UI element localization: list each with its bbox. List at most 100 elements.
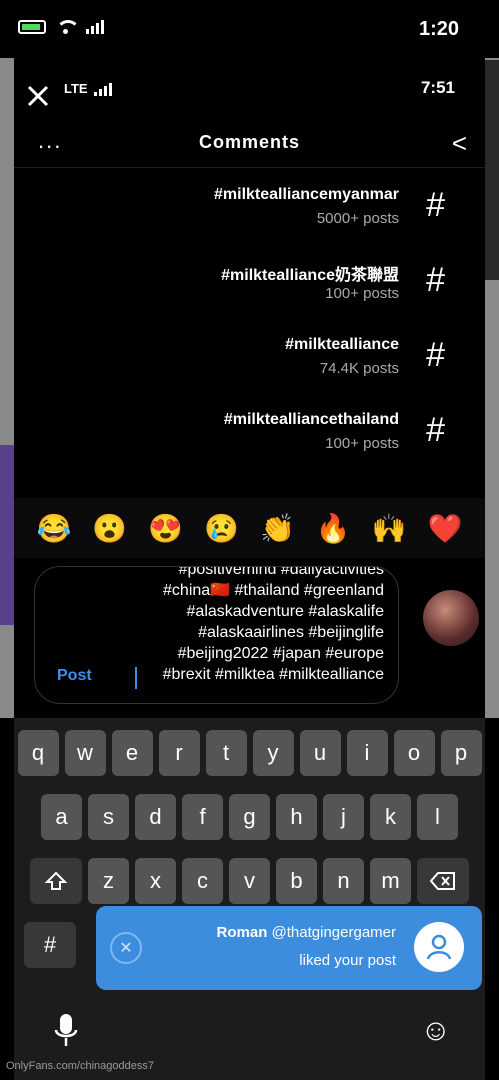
key-o[interactable]: o <box>393 730 435 776</box>
notification-message: liked your post <box>299 952 396 969</box>
key-r[interactable]: r <box>158 730 200 776</box>
hashtag-name: #milktealliancemyanmar <box>214 186 399 203</box>
key-v[interactable]: v <box>229 858 270 904</box>
emoji-reaction-bar: 😂 😮 😍 😢 👏 🔥 🙌 ❤️ <box>14 498 485 558</box>
hashtag-icon: # <box>426 411 445 449</box>
key-f[interactable]: f <box>182 794 223 840</box>
keyboard-row: a s d f g h j k l <box>14 794 485 840</box>
comment-line: #alaskaairlines #beijinglife <box>198 624 384 641</box>
keyboard-row: z x c v b n m <box>14 858 485 904</box>
close-icon[interactable] <box>26 84 50 108</box>
emoji-surprised-button[interactable]: 😮 <box>92 512 127 545</box>
emoji-laughing-button[interactable]: 😂 <box>37 512 72 545</box>
text-cursor <box>135 667 137 689</box>
watermark: OnlyFans.com/chinagoddess7 <box>6 1060 154 1072</box>
key-k[interactable]: k <box>370 794 411 840</box>
notification-handle: @thatgingergamer <box>271 924 396 941</box>
hashtag-name: #milktealliance奶茶聯盟 <box>221 267 399 284</box>
signal-icon <box>86 20 104 34</box>
key-q[interactable]: q <box>17 730 59 776</box>
microphone-icon[interactable] <box>54 1012 78 1048</box>
emoji-heart-button[interactable]: ❤️ <box>428 512 463 545</box>
background-strip <box>0 445 14 625</box>
avatar <box>423 590 479 646</box>
hashtag-name: #milktealliance <box>285 336 399 353</box>
status-time: 1:20 <box>418 18 459 40</box>
comment-line: #china🇨🇳 #thailand #greenland <box>163 582 384 599</box>
hashtag-icon: # <box>426 261 445 299</box>
notification-user: Roman <box>216 924 268 941</box>
back-chevron-icon[interactable]: < <box>452 128 467 159</box>
comment-input[interactable]: #positivemind #dailyactivities #china🇨🇳 … <box>34 566 399 704</box>
key-p[interactable]: p <box>440 730 482 776</box>
comment-line: #alaskadventure #alaskalife <box>186 603 384 620</box>
key-g[interactable]: g <box>229 794 270 840</box>
comment-line: #positivemind #dailyactivities <box>178 566 384 578</box>
hashtag-post-count: 100+ posts <box>325 285 399 302</box>
key-w[interactable]: w <box>64 730 106 776</box>
hashtag-suggestion-item[interactable]: # #milktealliancethailand 100+ posts <box>14 395 485 470</box>
key-l[interactable]: l <box>417 794 458 840</box>
key-c[interactable]: c <box>182 858 223 904</box>
key-u[interactable]: u <box>299 730 341 776</box>
hashtag-post-count: 5000+ posts <box>316 210 399 227</box>
hashtag-suggestion-item[interactable]: # #milktealliance 74.4K posts <box>14 320 485 395</box>
hashtag-post-count: 100+ posts <box>325 435 399 452</box>
inner-time: 7:51 <box>420 78 455 97</box>
post-button[interactable]: Post <box>57 667 92 685</box>
user-icon <box>414 922 464 972</box>
hashtag-suggestions: # #milktealliancemyanmar 5000+ posts # #… <box>14 170 485 470</box>
emoji-raised-hands-button[interactable]: 🙌 <box>372 512 407 545</box>
keyboard-row: q w e r t y u i o p <box>14 730 485 776</box>
lte-label: LTE <box>64 81 88 96</box>
keyboard: q w e r t y u i o p a s d f g h j k l z … <box>14 718 485 1080</box>
comments-header: ... Comments < <box>14 118 485 168</box>
emoji-keyboard-icon[interactable]: ☺ <box>420 1014 451 1048</box>
background-strip <box>485 60 499 280</box>
hashtag-name: #milktealliancethailand <box>223 411 399 428</box>
key-x[interactable]: x <box>135 858 176 904</box>
key-a[interactable]: a <box>41 794 82 840</box>
hashtag-icon: # <box>426 336 445 374</box>
hashtag-suggestion-item[interactable]: # #milktealliance奶茶聯盟 100+ posts <box>14 245 485 320</box>
comment-line: #beijing2022 #japan #europe <box>177 645 384 662</box>
page-title: Comments <box>198 132 300 152</box>
wifi-icon <box>56 20 80 34</box>
key-b[interactable]: b <box>276 858 317 904</box>
notification-title: Roman @thatgingergamer <box>217 924 396 941</box>
symbols-key[interactable]: # <box>24 922 76 968</box>
battery-icon <box>18 20 46 34</box>
hashtag-suggestion-item[interactable]: # #milktealliancemyanmar 5000+ posts <box>14 170 485 245</box>
shift-icon <box>45 871 67 890</box>
dismiss-icon[interactable]: ✕ <box>110 932 142 964</box>
key-j[interactable]: j <box>323 794 364 840</box>
key-h[interactable]: h <box>276 794 317 840</box>
delete-key[interactable] <box>417 858 469 904</box>
key-z[interactable]: z <box>88 858 129 904</box>
emoji-fire-button[interactable]: 🔥 <box>316 512 351 545</box>
inner-status-bar: LTE 7:51 <box>14 58 485 118</box>
key-t[interactable]: t <box>205 730 247 776</box>
key-y[interactable]: y <box>252 730 294 776</box>
backspace-icon <box>430 872 455 890</box>
comment-text[interactable]: #positivemind #dailyactivities #china🇨🇳 … <box>54 566 384 685</box>
hashtag-icon: # <box>426 186 445 224</box>
comments-screen: LTE 7:51 ... Comments < # #milkteallianc… <box>14 58 485 718</box>
key-m[interactable]: m <box>370 858 411 904</box>
outer-status-bar: 1:20 <box>0 0 499 58</box>
comment-line: #brexit #milktea #milktealliance <box>162 666 384 683</box>
hashtag-post-count: 74.4K posts <box>319 360 399 377</box>
network-indicator: LTE <box>64 81 112 96</box>
notification-toast[interactable]: ✕ Roman @thatgingergamer liked your post <box>96 906 482 990</box>
key-i[interactable]: i <box>346 730 388 776</box>
key-s[interactable]: s <box>88 794 129 840</box>
key-e[interactable]: e <box>111 730 153 776</box>
emoji-heart-eyes-button[interactable]: 😍 <box>148 512 183 545</box>
key-d[interactable]: d <box>135 794 176 840</box>
status-icons <box>18 20 104 34</box>
emoji-crying-button[interactable]: 😢 <box>204 512 239 545</box>
key-n[interactable]: n <box>323 858 364 904</box>
signal-icon <box>93 82 112 96</box>
shift-key[interactable] <box>30 858 82 904</box>
emoji-clap-button[interactable]: 👏 <box>260 512 295 545</box>
